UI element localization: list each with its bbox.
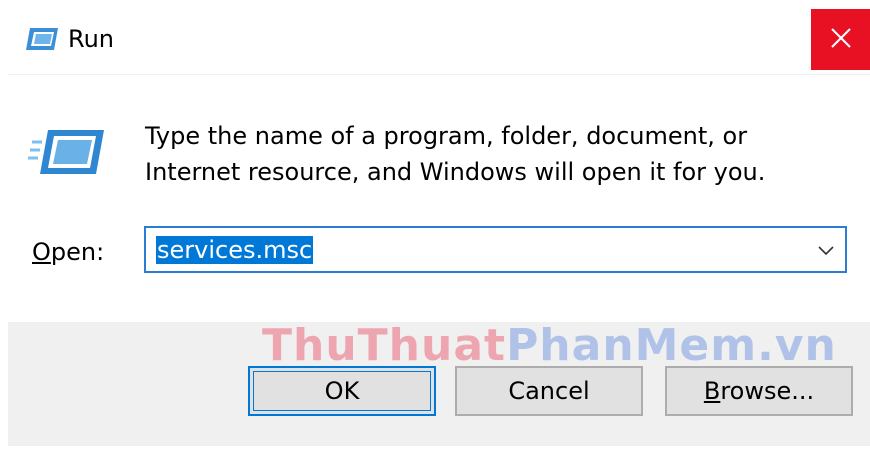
open-label-rest: pen:	[50, 238, 105, 266]
open-label: Open:	[32, 234, 104, 270]
title-bar: Run	[8, 0, 870, 76]
browse-button[interactable]: Browse...	[665, 366, 853, 416]
instruction-text: Type the name of a program, folder, docu…	[145, 122, 766, 186]
window-title: Run	[68, 25, 115, 53]
browse-rest: rowse...	[720, 377, 815, 405]
ok-button[interactable]: OK	[248, 366, 436, 416]
open-combobox[interactable]: services.msc	[144, 226, 847, 273]
close-button[interactable]	[811, 9, 870, 70]
run-program-icon	[28, 128, 106, 176]
run-icon	[24, 26, 60, 52]
button-area: OK Cancel Browse...	[8, 322, 870, 446]
open-label-accel: O	[32, 238, 51, 266]
run-dialog: Run Type the name of a program, folder, …	[0, 0, 870, 454]
title-separator	[8, 74, 870, 75]
browse-accel: B	[703, 377, 721, 405]
open-input[interactable]: services.msc	[156, 236, 314, 264]
chevron-down-icon[interactable]	[815, 239, 837, 261]
cancel-button[interactable]: Cancel	[455, 366, 643, 416]
close-icon	[829, 26, 853, 54]
